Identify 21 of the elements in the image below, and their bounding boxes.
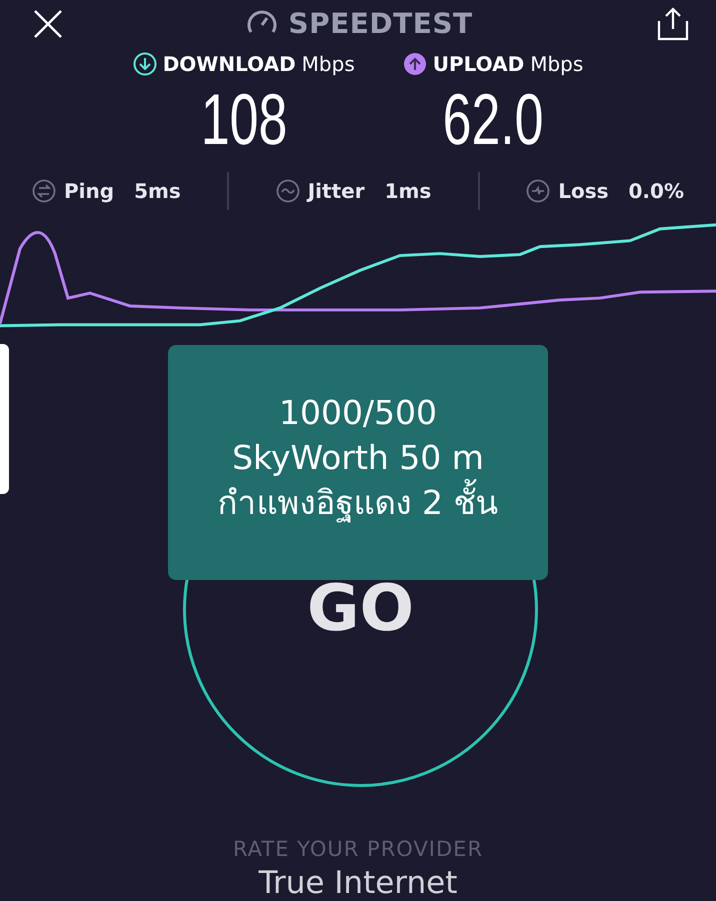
result-label: DOWNLOAD [162,52,296,76]
result-label: UPLOAD [432,52,524,76]
wave-icon [276,178,300,203]
stat-value: 1ms [384,178,432,203]
note-text: 1000/500 [278,392,438,434]
arrows-icon [32,178,56,203]
stat-label: Ping [64,178,114,203]
speed-value: 108 [200,84,287,156]
share-icon[interactable] [656,6,690,41]
unit-label: Mbps [530,52,584,76]
stat-label: Jitter [308,178,365,203]
provider-name: True Internet [258,865,458,901]
pulse-icon [526,178,550,203]
stat-label: Loss [558,178,609,203]
stat-value: 5ms [134,178,181,203]
speed-value: 62.0 [442,84,544,156]
note-text: SkyWorth 50 m [232,437,484,478]
close-icon[interactable] [33,8,63,39]
stat-value: 0.0% [628,178,684,203]
unit-label: Mbps [302,52,355,76]
app-title: SPEEDTEST [288,7,473,40]
